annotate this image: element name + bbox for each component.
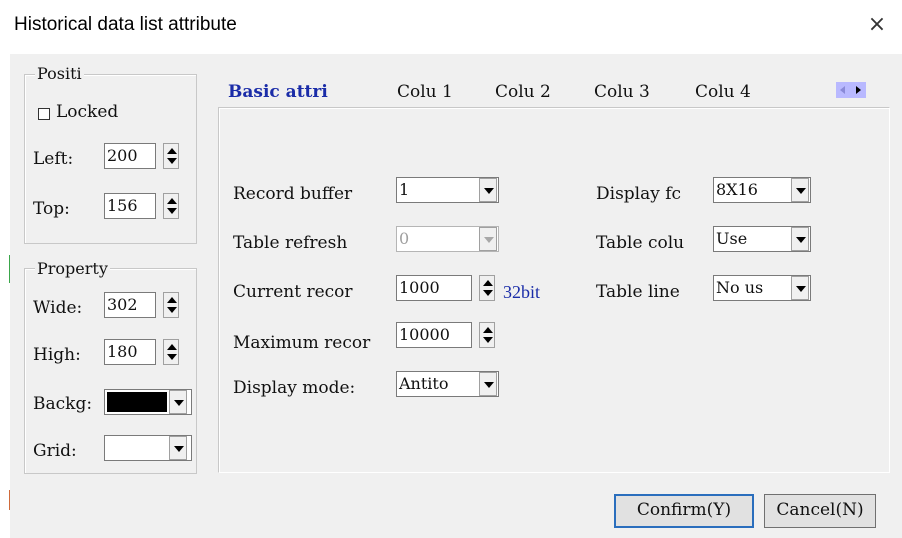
- table-line-select[interactable]: No us: [713, 275, 811, 301]
- left-spinner[interactable]: [163, 143, 179, 169]
- table-refresh-label: Table refresh: [233, 233, 348, 253]
- table-column-label: Table colu: [596, 233, 685, 253]
- display-font-dropdown[interactable]: [791, 178, 809, 202]
- table-column-value: Use: [716, 229, 748, 248]
- table-column-select[interactable]: Use: [713, 226, 811, 252]
- cancel-button[interactable]: Cancel(N): [764, 494, 876, 528]
- background-color-picker[interactable]: [104, 389, 192, 415]
- chevron-down-icon: [484, 382, 494, 388]
- wide-label: Wide:: [33, 298, 83, 318]
- spin-down-icon[interactable]: [167, 307, 177, 313]
- spin-up-icon[interactable]: [483, 280, 493, 286]
- spin-up-icon[interactable]: [483, 327, 493, 333]
- chevron-down-icon: [484, 237, 494, 243]
- maximum-record-spinner[interactable]: [479, 322, 495, 348]
- display-mode-select[interactable]: Antito: [396, 371, 499, 397]
- grid-label: Grid:: [33, 441, 77, 461]
- high-input[interactable]: 180: [104, 339, 156, 365]
- close-icon[interactable]: ×: [863, 10, 891, 40]
- position-group-legend: Positi: [35, 64, 84, 83]
- chevron-down-icon: [796, 188, 806, 194]
- spin-down-icon[interactable]: [483, 337, 493, 343]
- current-record-label: Current recor: [233, 282, 353, 302]
- tab-basic-attributes[interactable]: Basic attri: [222, 80, 334, 106]
- table-line-label: Table line: [596, 282, 680, 302]
- tab-scroll-right-button[interactable]: [851, 82, 866, 98]
- high-label: High:: [33, 345, 81, 365]
- spin-down-icon[interactable]: [167, 354, 177, 360]
- record-buffer-select[interactable]: 1: [396, 177, 499, 203]
- table-line-dropdown[interactable]: [791, 276, 809, 300]
- tab-scroll-left-button[interactable]: [836, 82, 851, 98]
- locked-checkbox[interactable]: [38, 108, 50, 120]
- current-record-input[interactable]: 1000: [396, 275, 472, 301]
- left-label: Left:: [33, 149, 74, 169]
- locked-label: Locked: [56, 102, 119, 122]
- tab-column-4[interactable]: Colu 4: [689, 80, 757, 106]
- table-column-dropdown[interactable]: [791, 227, 809, 251]
- table-line-value: No us: [716, 278, 764, 297]
- spin-up-icon[interactable]: [167, 198, 177, 204]
- top-input[interactable]: 156: [104, 193, 156, 219]
- arrow-left-icon: [840, 86, 845, 94]
- chevron-down-icon: [796, 237, 806, 243]
- background-label: Backg:: [33, 394, 93, 414]
- top-spinner[interactable]: [163, 193, 179, 219]
- spin-up-icon[interactable]: [167, 344, 177, 350]
- current-record-unit: 32bit: [503, 282, 541, 302]
- record-buffer-dropdown[interactable]: [479, 178, 497, 202]
- wide-input[interactable]: 302: [104, 292, 156, 318]
- table-refresh-select: 0: [396, 226, 499, 252]
- maximum-record-label: Maximum recor: [233, 333, 371, 353]
- chevron-down-icon: [174, 446, 184, 452]
- arrow-right-icon: [856, 86, 861, 94]
- chevron-down-icon: [796, 286, 806, 292]
- background-color-dropdown[interactable]: [169, 390, 187, 414]
- spin-down-icon[interactable]: [167, 158, 177, 164]
- dialog-title: Historical data list attribute: [14, 14, 237, 35]
- display-mode-label: Display mode:: [233, 378, 356, 398]
- display-mode-dropdown[interactable]: [479, 372, 497, 396]
- spin-up-icon[interactable]: [167, 148, 177, 154]
- tab-column-3[interactable]: Colu 3: [588, 80, 656, 106]
- spin-down-icon[interactable]: [167, 208, 177, 214]
- record-buffer-label: Record buffer: [233, 184, 353, 204]
- current-record-spinner[interactable]: [479, 275, 495, 301]
- high-spinner[interactable]: [163, 339, 179, 365]
- display-font-label: Display fc: [596, 184, 682, 204]
- confirm-button[interactable]: Confirm(Y): [614, 494, 754, 528]
- tab-column-2[interactable]: Colu 2: [489, 80, 557, 106]
- table-refresh-value: 0: [399, 229, 410, 248]
- wide-spinner[interactable]: [163, 292, 179, 318]
- record-buffer-value: 1: [399, 180, 410, 199]
- grid-color-swatch: [107, 438, 167, 458]
- display-font-value: 8X16: [716, 180, 758, 199]
- spin-down-icon[interactable]: [483, 290, 493, 296]
- property-group-legend: Property: [35, 259, 110, 278]
- chevron-down-icon: [174, 400, 184, 406]
- display-mode-value: Antito: [399, 374, 449, 393]
- chevron-down-icon: [484, 188, 494, 194]
- top-label: Top:: [33, 199, 70, 219]
- table-refresh-dropdown: [479, 227, 497, 251]
- left-input[interactable]: 200: [104, 143, 156, 169]
- maximum-record-input[interactable]: 10000: [396, 322, 472, 348]
- grid-color-picker[interactable]: [104, 435, 192, 461]
- grid-color-dropdown[interactable]: [169, 436, 187, 460]
- background-color-swatch: [107, 392, 167, 412]
- tab-column-1[interactable]: Colu 1: [391, 80, 459, 106]
- spin-up-icon[interactable]: [167, 297, 177, 303]
- display-font-select[interactable]: 8X16: [713, 177, 811, 203]
